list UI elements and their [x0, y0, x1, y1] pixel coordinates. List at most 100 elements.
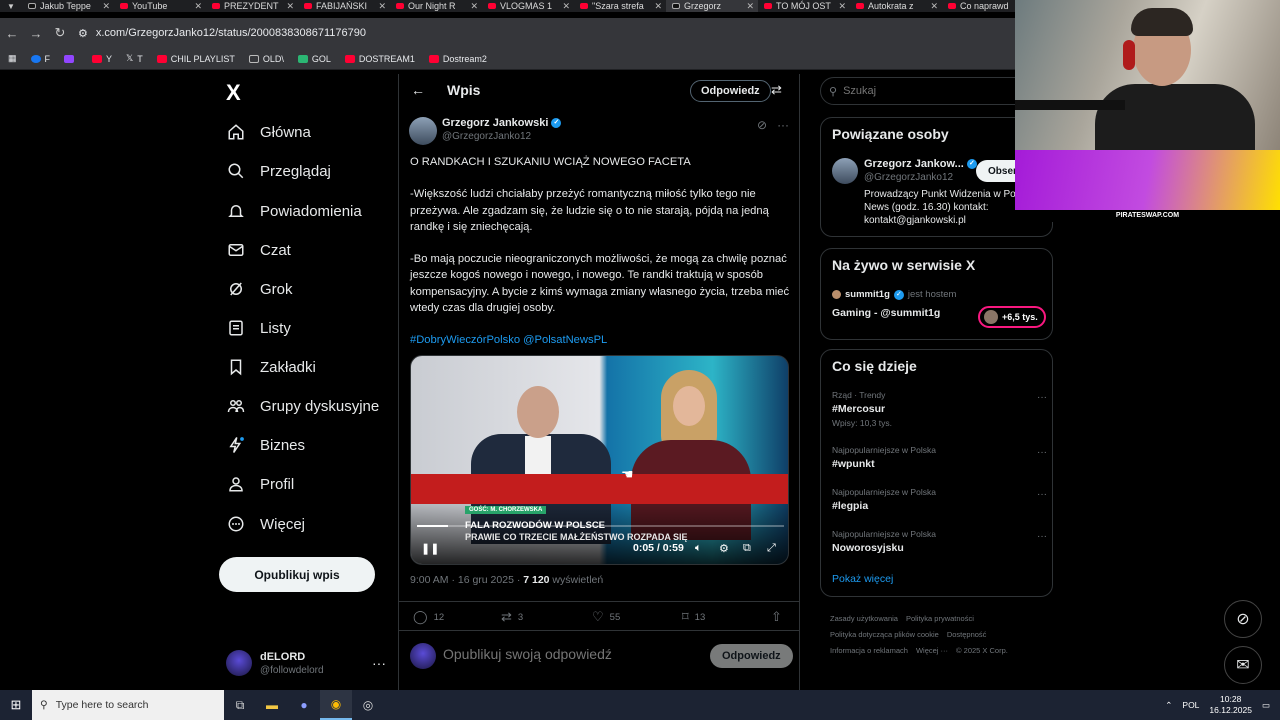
footer-link[interactable]: Polityka dotycząca plików cookie	[830, 630, 939, 639]
related-name-text[interactable]: Grzegorz Jankow...	[864, 158, 964, 170]
task-view-icon[interactable]: ⧉	[224, 690, 256, 720]
discord-icon[interactable]: ●	[288, 690, 320, 720]
post-timestamp[interactable]: 9:00 AM · 16 gru 2025 ·	[410, 574, 523, 586]
file-explorer-icon[interactable]: ▬	[256, 690, 288, 720]
grok-icon[interactable]: ⊘	[757, 118, 767, 132]
more-dots-icon[interactable]: ···	[1037, 447, 1047, 458]
like-action[interactable]: ♡ 55	[592, 609, 620, 625]
search-box[interactable]: ⚲	[820, 77, 1040, 105]
bookmark-item[interactable]: Dostream2	[428, 54, 487, 64]
nav-item-chat[interactable]: Czat	[226, 240, 291, 260]
volume-icon[interactable]: 🔈︎	[695, 542, 702, 555]
browser-tab[interactable]: VLOGMAS 1 ✕	[482, 0, 574, 12]
reply-header-button[interactable]: Odpowiedz	[690, 80, 771, 102]
tab-search-icon[interactable]: ▼	[0, 0, 22, 12]
author-avatar[interactable]	[409, 117, 437, 145]
more-dots-icon[interactable]: ···	[372, 655, 386, 671]
close-icon[interactable]: ✕	[562, 1, 570, 12]
post-hashtags[interactable]: #DobryWieczórPolsko @PolsatNewsPL	[410, 332, 790, 348]
search-input[interactable]	[843, 85, 1014, 97]
footer-link[interactable]: Więcej ···	[916, 646, 948, 655]
browser-tab-active[interactable]: Grzegorz ✕	[666, 0, 758, 12]
browser-tab[interactable]: YouTube ✕	[114, 0, 206, 12]
language-indicator[interactable]: POL	[1182, 700, 1199, 710]
close-icon[interactable]: ✕	[746, 1, 754, 12]
share-action[interactable]: ⇧	[771, 609, 782, 625]
grok-fab-button[interactable]: ⊘	[1224, 600, 1262, 638]
browser-tab[interactable]: PREZYDENT ✕	[206, 0, 298, 12]
related-person-name[interactable]: Grzegorz Jankow... ✓	[864, 158, 977, 170]
avatar[interactable]	[832, 158, 858, 184]
post-button[interactable]: Opublikuj wpis	[219, 557, 375, 592]
nav-item-explore[interactable]: Przeglądaj	[226, 161, 331, 181]
browser-tab[interactable]: TO MÓJ OST ✕	[758, 0, 850, 12]
browser-tab[interactable]: Autokrata z ✕	[850, 0, 942, 12]
reload-icon[interactable]: ↻	[48, 25, 72, 41]
reply-action[interactable]: ◯ 12	[413, 609, 444, 625]
close-icon[interactable]: ✕	[654, 1, 662, 12]
trend-item[interactable]: Rząd · Trendy #Mercosur Wpisy: 10,3 tys. ··…	[832, 390, 1047, 428]
chevron-up-icon[interactable]: ⌃	[1165, 700, 1172, 711]
pip-icon[interactable]: ⧉	[743, 542, 751, 555]
forward-arrow-icon[interactable]: →	[24, 26, 48, 41]
close-icon[interactable]: ✕	[378, 1, 386, 12]
nav-item-lists[interactable]: Listy	[226, 318, 291, 338]
nav-item-business[interactable]: Biznes	[226, 435, 305, 455]
author-name[interactable]: Grzegorz Jankowski ✓	[442, 117, 562, 129]
chrome-icon[interactable]: ◉	[320, 690, 352, 720]
author-name-text[interactable]: Grzegorz Jankowski	[442, 117, 548, 129]
address-bar[interactable]: ⚙ x.com/GrzegorzJanko12/status/200083830…	[78, 27, 366, 40]
close-icon[interactable]: ✕	[102, 1, 110, 12]
nav-item-profile[interactable]: Profil	[226, 474, 294, 494]
footer-link[interactable]: Zasady użytkowania	[830, 614, 898, 623]
video-player[interactable]: GOŚĆ: M. CHORZEWSKA FALA ROZWODÓW W POLS…	[410, 355, 789, 565]
close-icon[interactable]: ✕	[286, 1, 294, 12]
bookmark-action[interactable]: ⌑ 13	[682, 609, 705, 625]
footer-link[interactable]: Polityka prywatności	[906, 614, 974, 623]
url-text[interactable]: x.com/GrzegorzJanko12/status/20008383086…	[96, 27, 366, 39]
nav-item-home[interactable]: Główna	[226, 122, 311, 142]
trend-item[interactable]: Najpopularniejsze w Polska #legpia ···	[832, 487, 1047, 512]
reply-button[interactable]: Odpowiedz	[710, 644, 793, 668]
live-card[interactable]: Na żywo w serwisie X summit1g ✓ jest hoste…	[820, 248, 1053, 340]
account-switcher[interactable]: dELORD @followdelord ···	[226, 646, 386, 680]
back-arrow-icon[interactable]: ←	[411, 82, 425, 98]
nav-item-notifications[interactable]: Powiadomienia	[226, 201, 362, 221]
more-dots-icon[interactable]: ···	[1037, 392, 1047, 403]
bookmark-item[interactable]: GOL	[297, 54, 331, 64]
browser-tab[interactable]: Jakub Teppe ✕	[22, 0, 114, 12]
bookmark-item[interactable]: CHIL PLAYLIST	[156, 54, 235, 64]
bookmark-folder[interactable]: OLD\	[248, 54, 284, 64]
bookmark-item[interactable]: F	[30, 54, 50, 64]
bookmark-item[interactable]: 𝕏T	[126, 53, 143, 64]
nav-item-communities[interactable]: Grupy dyskusyjne	[226, 396, 379, 416]
site-info-icon[interactable]: ⚙	[78, 27, 88, 40]
footer-link[interactable]: Informacja o reklamach	[830, 646, 908, 655]
messages-fab-button[interactable]: ✉	[1224, 646, 1262, 684]
x-logo-icon[interactable]: X	[226, 80, 241, 106]
taskbar-search[interactable]: ⚲ Type here to search	[32, 690, 224, 720]
live-listener-badge[interactable]: +6,5 tys.	[978, 306, 1046, 328]
related-person-handle[interactable]: @GrzegorzJanko12	[864, 172, 953, 183]
footer-link[interactable]: Dostępność	[947, 630, 987, 639]
windows-start-icon[interactable]: ⊞	[0, 697, 32, 713]
settings-gear-icon[interactable]: ⚙	[719, 542, 729, 555]
nav-item-grok[interactable]: Grok	[226, 279, 293, 299]
back-arrow-icon[interactable]: ←	[0, 26, 24, 41]
trend-item[interactable]: Najpopularniejsze w Polska #wpunkt ···	[832, 445, 1047, 470]
apps-grid-icon[interactable]: ▦	[8, 53, 17, 64]
close-icon[interactable]: ✕	[930, 1, 938, 12]
sliders-icon[interactable]: ⇄	[771, 82, 782, 98]
browser-tab[interactable]: Our Night R ✕	[390, 0, 482, 12]
notification-icon[interactable]: ▭	[1262, 700, 1270, 711]
close-icon[interactable]: ✕	[838, 1, 846, 12]
pause-icon[interactable]: ❚❚	[421, 542, 439, 555]
clock[interactable]: 10:28 16.12.2025	[1209, 694, 1252, 716]
trend-item[interactable]: Najpopularniejsze w Polska Noworosyjsku ··…	[832, 529, 1047, 554]
browser-tab[interactable]: "Szara strefa ✕	[574, 0, 666, 12]
obs-icon[interactable]: ◎	[352, 690, 384, 720]
nav-item-more[interactable]: Więcej	[226, 514, 305, 534]
close-icon[interactable]: ✕	[194, 1, 202, 12]
fullscreen-icon[interactable]: ⤢	[767, 542, 776, 555]
nav-item-bookmarks[interactable]: Zakładki	[226, 357, 316, 377]
